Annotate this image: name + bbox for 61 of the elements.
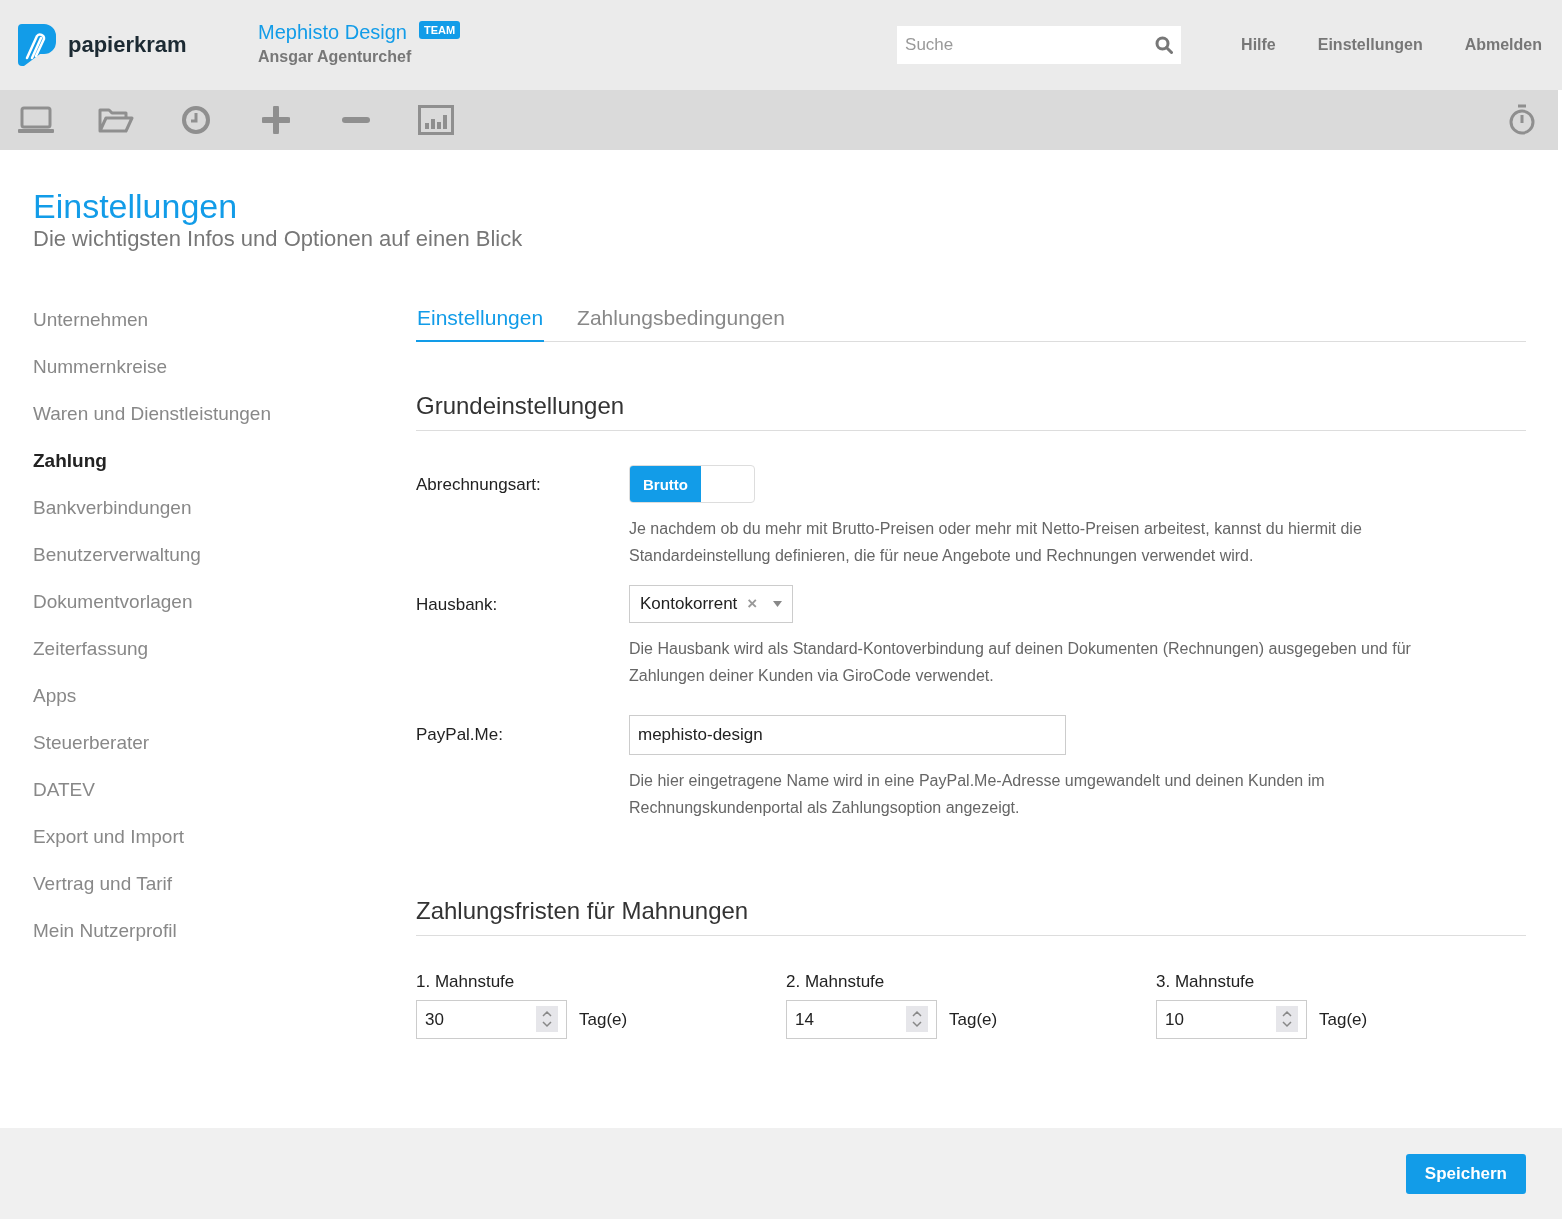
sidebar-item[interactable]: Zeiterfassung xyxy=(33,637,149,684)
unit-label: Tag(e) xyxy=(949,1009,998,1030)
unit-label: Tag(e) xyxy=(579,1009,628,1030)
field-label: 2. Mahnstufe xyxy=(786,972,885,992)
page-subtitle: Die wichtigsten Infos und Optionen auf einen Blick xyxy=(33,226,523,252)
field-label: Hausbank: xyxy=(416,594,499,615)
company-name[interactable]: Mephisto Design xyxy=(258,20,407,44)
bank-select[interactable]: Kontokorrent × xyxy=(629,585,794,623)
search-field[interactable]: Suche xyxy=(897,26,1182,64)
user-name: Ansgar Agenturchef xyxy=(258,47,413,66)
section-heading: Zahlungsfristen für Mahnungen xyxy=(416,897,1526,936)
bar-chart-icon[interactable] xyxy=(418,105,454,135)
number-field[interactable]: 30 xyxy=(416,1000,567,1039)
help-text: Die hier eingetragene Name wird in eine PayPal.Me-Adresse umgewandelt und deinen Kunden im Rechnungskundenportal als Zahlungsoption angezeigt. xyxy=(629,771,1326,818)
laptop-icon[interactable] xyxy=(18,106,54,134)
sidebar-item[interactable]: Mein Nutzerprofil xyxy=(33,919,177,966)
tab[interactable]: Einstellungen xyxy=(416,304,545,342)
clock-icon[interactable] xyxy=(181,105,211,135)
sidebar-item[interactable]: Zahlung xyxy=(33,449,107,496)
text-field[interactable]: mephisto-design xyxy=(629,715,1066,755)
header-link[interactable]: Hilfe xyxy=(1241,36,1276,54)
number-field[interactable]: 14 xyxy=(786,1000,937,1039)
header-link[interactable]: Einstellungen xyxy=(1317,36,1423,54)
logo-icon xyxy=(18,24,56,66)
page-title: Einstellungen xyxy=(33,186,238,226)
field-label: 1. Mahnstufe xyxy=(416,972,515,992)
sidebar-item[interactable]: Export und Import xyxy=(33,825,185,872)
clear-icon[interactable]: × xyxy=(747,594,758,614)
sidebar-item[interactable]: Apps xyxy=(33,684,77,731)
spinner-icon[interactable] xyxy=(906,1006,928,1032)
field-label: Abrechnungsart: xyxy=(416,474,542,495)
brand-name: papierkram xyxy=(68,32,187,58)
save-button[interactable]: Speichern xyxy=(1405,1153,1526,1194)
sidebar-item[interactable]: Waren und Dienstleistungen xyxy=(33,402,271,449)
section-heading: Grundeinstellungen xyxy=(416,392,1526,431)
folder-icon[interactable] xyxy=(98,106,134,134)
sidebar-item[interactable]: Unternehmen xyxy=(33,308,149,355)
sidebar-item[interactable]: Vertrag und Tarif xyxy=(33,872,173,919)
sidebar-item[interactable]: Steuerberater xyxy=(33,731,150,778)
sidebar-item[interactable]: Bankverbindungen xyxy=(33,496,192,543)
plus-icon[interactable] xyxy=(262,106,290,134)
spinner-icon[interactable] xyxy=(1276,1006,1298,1032)
search-icon[interactable] xyxy=(1155,36,1174,54)
stopwatch-icon[interactable] xyxy=(1508,104,1536,136)
sidebar-item[interactable]: Nummernkreise xyxy=(33,355,168,402)
field-label: 3. Mahnstufe xyxy=(1156,972,1255,992)
help-text: Die Hausbank wird als Standard-Kontoverbindung auf deinen Dokumenten (Rechnungen) ausgegeben und für Zahlungen deiner Kunden via GiroCode verwendet. xyxy=(629,639,1412,686)
field-label: PayPal.Me: xyxy=(416,724,504,745)
caret-icon[interactable] xyxy=(773,601,783,607)
number-field[interactable]: 10 xyxy=(1156,1000,1307,1039)
sidebar-item[interactable]: Dokumentvorlagen xyxy=(33,590,193,637)
minus-icon[interactable] xyxy=(342,116,370,124)
sidebar-item[interactable]: DATEV xyxy=(33,778,95,825)
header-link[interactable]: Abmelden xyxy=(1464,36,1542,54)
spinner-icon[interactable] xyxy=(536,1006,558,1032)
unit-label: Tag(e) xyxy=(1319,1009,1368,1030)
tab[interactable]: Zahlungsbedingungen xyxy=(576,304,786,342)
help-text: Je nachdem ob du mehr mit Brutto-Preisen oder mehr mit Netto-Preisen arbeitest, kannst du hiermit die Standardeinstellung definieren, die für neue Angebote und Rechnungen verwendet wird. xyxy=(629,519,1363,566)
sidebar-item[interactable]: Benutzerverwaltung xyxy=(33,543,201,590)
team-badge: TEAM xyxy=(418,20,461,39)
billing-toggle[interactable]: Brutto xyxy=(629,465,755,503)
